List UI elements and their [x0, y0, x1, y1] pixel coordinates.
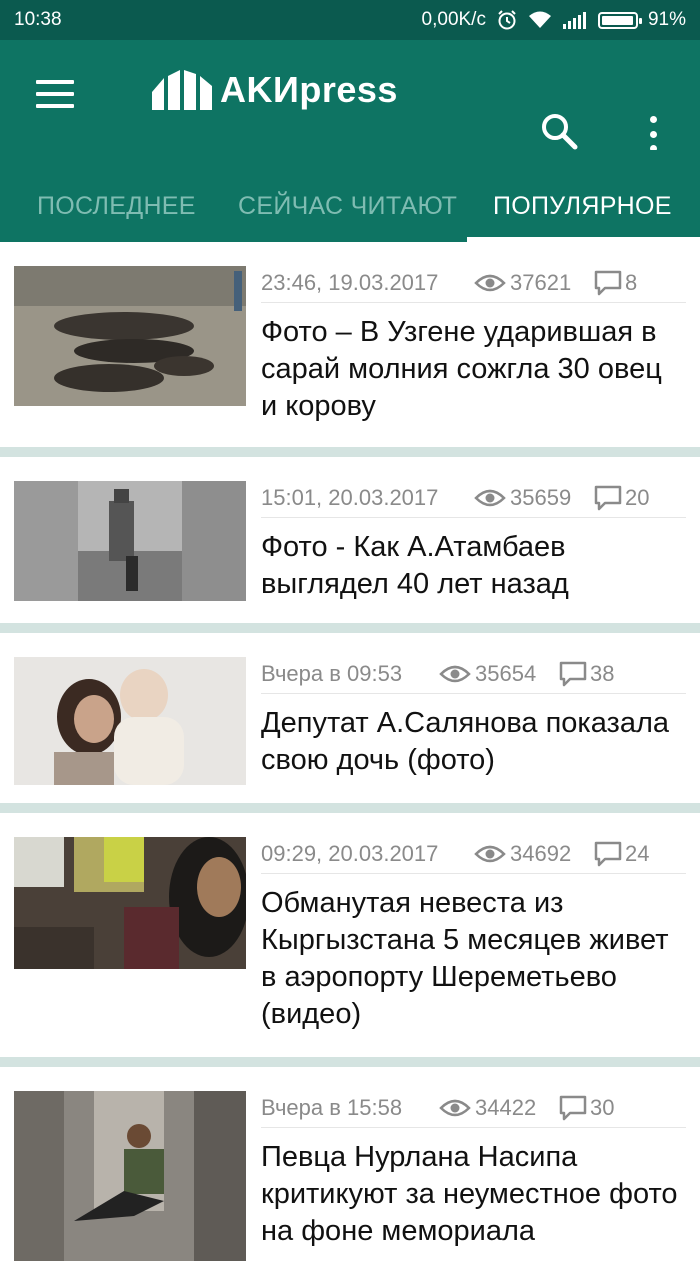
article-comments: 24 [593, 840, 649, 868]
article-date: Вчера в 09:53 [261, 661, 403, 686]
article-date: 23:46, 19.03.2017 [261, 270, 439, 295]
article-date: 15:01, 20.03.2017 [261, 485, 439, 510]
article-views: 37621 [474, 270, 571, 296]
article-comments: 30 [558, 1094, 614, 1122]
net-speed: 0,00K/c [421, 9, 486, 30]
signal-icon [562, 11, 588, 29]
article-date: 09:29, 20.03.2017 [261, 841, 439, 866]
article-views: 34692 [474, 841, 571, 867]
more-vert-icon[interactable] [648, 116, 658, 152]
menu-icon[interactable] [36, 80, 74, 108]
comments-count: 8 [625, 270, 638, 295]
status-bar: 10:38 0,00K/c 91% [0, 0, 700, 40]
article-meta: 23:46, 19.03.2017 37621 8 [261, 264, 686, 303]
article-card[interactable]: 09:29, 20.03.2017 34692 24 Обманутая нев… [0, 813, 700, 1057]
eye-icon [474, 845, 506, 863]
wifi-icon [528, 10, 552, 30]
article-date: Вчера в 15:58 [261, 1095, 403, 1120]
comments-count: 38 [590, 661, 615, 686]
search-icon[interactable] [540, 112, 578, 155]
comment-icon [594, 270, 622, 296]
views-count: 34422 [475, 1095, 537, 1120]
comment-icon [594, 485, 622, 511]
article-comments: 8 [593, 269, 637, 297]
article-card[interactable]: 23:46, 19.03.2017 37621 8 Фото – В Узген… [0, 242, 700, 447]
article-card[interactable]: Вчера в 15:58 34422 30 Певца Нурлана Нас… [0, 1067, 700, 1267]
tab-popular[interactable]: ПОПУЛЯРНОЕ [493, 192, 672, 221]
article-views: 35654 [439, 661, 536, 687]
comment-icon [559, 661, 587, 687]
article-card[interactable]: 15:01, 20.03.2017 35659 20 Фото - Как А.… [0, 457, 700, 623]
eye-icon [474, 274, 506, 292]
views-count: 34692 [510, 841, 572, 866]
app-bar: AKИpress [0, 40, 700, 152]
logo-icon [152, 70, 212, 110]
article-meta: 15:01, 20.03.2017 35659 20 [261, 479, 686, 518]
comments-count: 20 [625, 485, 650, 510]
article-comments: 20 [593, 484, 649, 512]
alarm-icon [496, 9, 518, 31]
battery-percent: 91% [647, 9, 686, 30]
article-thumbnail [14, 1091, 246, 1261]
article-title[interactable]: Певца Нурлана Насипа критикуют за неумес… [261, 1139, 678, 1250]
article-title[interactable]: Фото – В Узгене ударившая в сарай молния… [261, 314, 678, 425]
article-card[interactable]: Вчера в 09:53 35654 38 Депутат А.Салянов… [0, 633, 700, 803]
views-count: 37621 [510, 270, 572, 295]
eye-icon [474, 489, 506, 507]
eye-icon [439, 665, 471, 683]
article-title[interactable]: Фото - Как А.Атамбаев выглядел 40 лет на… [261, 529, 678, 603]
article-meta: Вчера в 09:53 35654 38 [261, 655, 686, 694]
article-title[interactable]: Депутат А.Салянова показала свою дочь (ф… [261, 705, 678, 779]
article-meta: 09:29, 20.03.2017 34692 24 [261, 835, 686, 874]
article-title[interactable]: Обманутая невеста из Кыргызстана 5 месяц… [261, 885, 678, 1033]
article-comments: 38 [558, 660, 614, 688]
article-meta: Вчера в 15:58 34422 30 [261, 1089, 686, 1128]
article-thumbnail [14, 837, 246, 969]
article-thumbnail [14, 657, 246, 785]
article-list: 23:46, 19.03.2017 37621 8 Фото – В Узген… [0, 242, 700, 1267]
article-thumbnail [14, 266, 246, 406]
views-count: 35659 [510, 485, 572, 510]
views-count: 35654 [475, 661, 537, 686]
logo-text: AKИpress [220, 69, 398, 110]
article-views: 34422 [439, 1095, 536, 1121]
article-views: 35659 [474, 485, 571, 511]
tab-bar: ПОСЛЕДНЕЕ СЕЙЧАС ЧИТАЮТ ПОПУЛЯРНОЕ [0, 150, 700, 242]
battery-icon [597, 11, 642, 29]
tab-latest[interactable]: ПОСЛЕДНЕЕ [37, 192, 196, 221]
eye-icon [439, 1099, 471, 1117]
comment-icon [594, 841, 622, 867]
status-time: 10:38 [14, 9, 62, 30]
article-thumbnail [14, 481, 246, 601]
comment-icon [559, 1095, 587, 1121]
app-logo[interactable]: AKИpress [150, 68, 398, 112]
comments-count: 24 [625, 841, 650, 866]
tab-reading-now[interactable]: СЕЙЧАС ЧИТАЮТ [238, 192, 457, 221]
comments-count: 30 [590, 1095, 615, 1120]
